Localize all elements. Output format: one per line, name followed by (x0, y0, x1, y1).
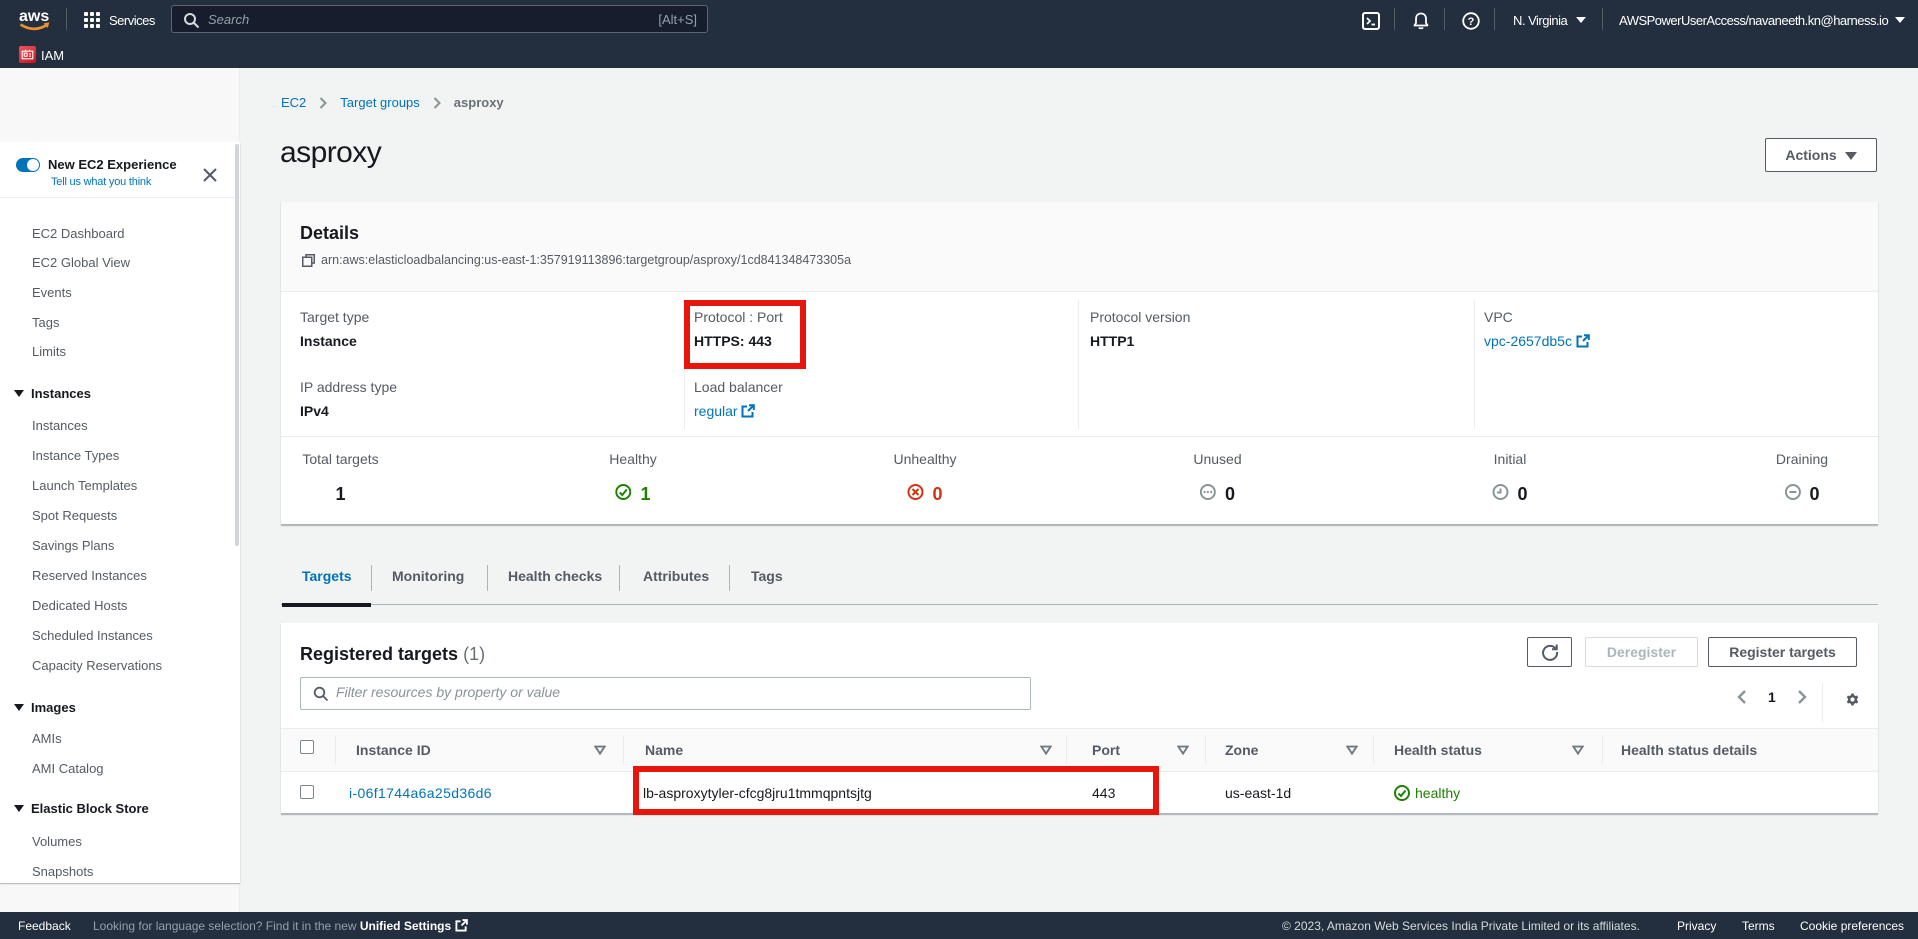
svg-text:aws: aws (19, 8, 49, 25)
svg-text:?: ? (1468, 16, 1475, 28)
